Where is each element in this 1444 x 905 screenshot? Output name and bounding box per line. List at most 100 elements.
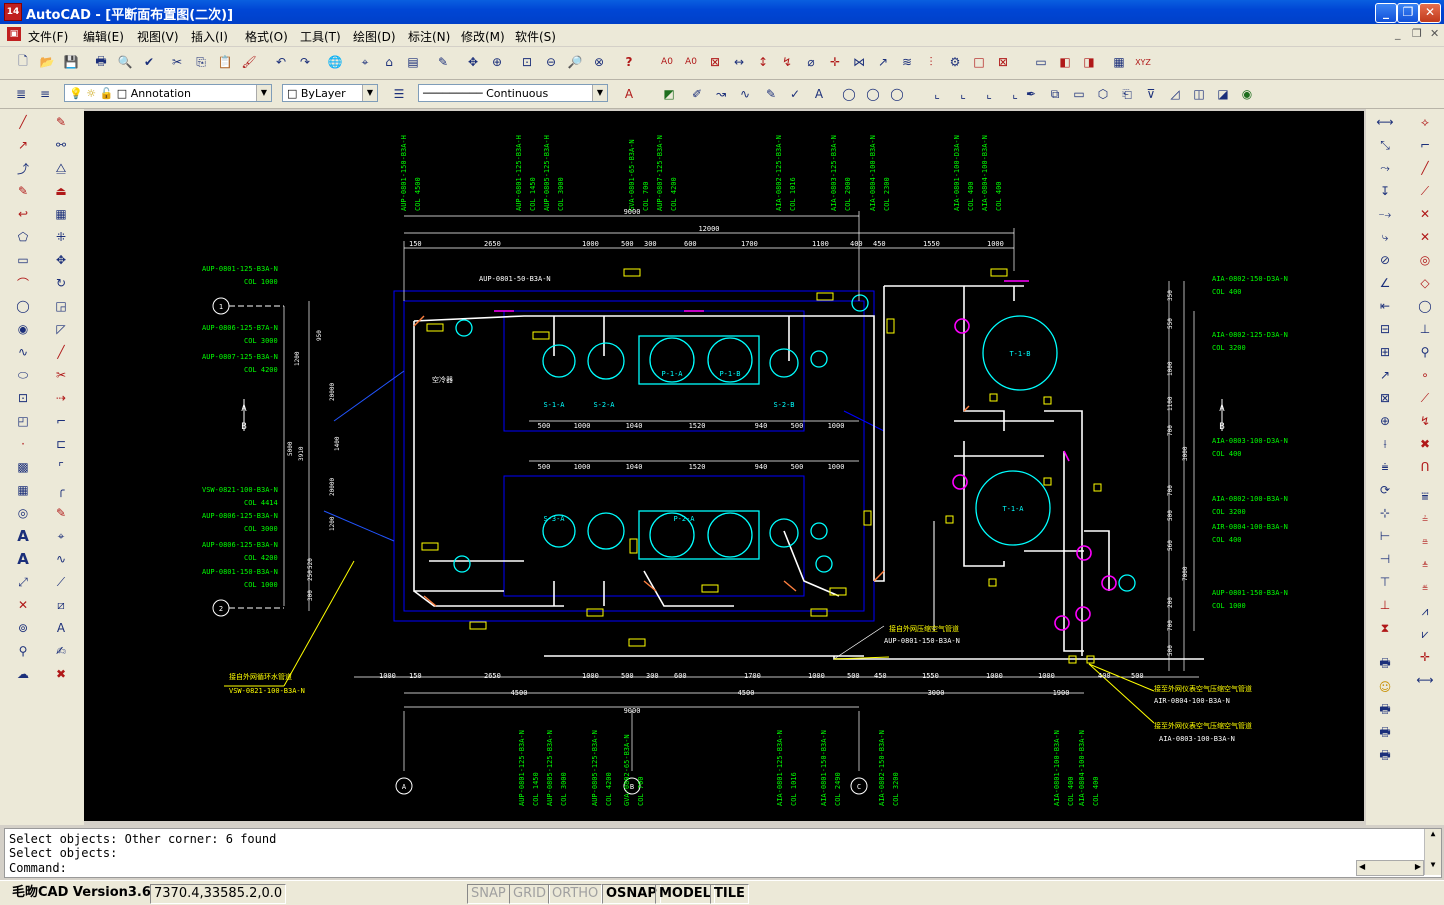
dim-radius-icon[interactable]: ↯	[776, 51, 798, 73]
maximize-button[interactable]: ❐	[1397, 3, 1419, 23]
ortho-toggle[interactable]: ORTHO	[548, 884, 603, 904]
scroll-right-icon[interactable]: ▶	[1415, 862, 1421, 871]
scroll-left-icon[interactable]: ◀	[1359, 862, 1365, 871]
leader-icon[interactable]: ↗	[1374, 365, 1396, 385]
osnap-extension-icon[interactable]: ✕	[1414, 204, 1436, 224]
valve-icon[interactable]: ◨	[1078, 51, 1100, 73]
dim-text-icon[interactable]: A0	[680, 51, 702, 73]
spline-icon[interactable]: ∿	[12, 342, 34, 362]
revcloud-icon[interactable]: ☁	[12, 664, 34, 684]
dim-baseline-icon[interactable]: ⊟	[1374, 319, 1396, 339]
render-icon[interactable]: ◪	[1212, 83, 1234, 105]
multiline-icon[interactable]: ✎	[12, 181, 34, 201]
donut-icon[interactable]: ◉	[12, 319, 34, 339]
dim-tool-3-icon[interactable]: ⊤	[1374, 572, 1396, 592]
circle-1-icon[interactable]: ◯	[838, 83, 860, 105]
menu-modify[interactable]: 修改(M)	[461, 28, 505, 45]
table-icon[interactable]: ▦	[1108, 51, 1130, 73]
weld-4-icon[interactable]: ≜	[1414, 555, 1436, 575]
weld-9-icon[interactable]: ⟷	[1414, 670, 1436, 690]
move-icon[interactable]: ✥	[50, 250, 72, 270]
dim-tool-5-icon[interactable]: ⧗	[1374, 618, 1396, 638]
frame-icon[interactable]: ▭	[1068, 83, 1090, 105]
osnap-none-icon[interactable]: ↯	[1414, 411, 1436, 431]
print-icon[interactable]: 🖶	[90, 51, 112, 73]
chevron-down-icon[interactable]: ▼	[592, 85, 607, 101]
horizontal-scrollbar[interactable]: ◀ ▶	[1356, 860, 1424, 876]
boundary-icon[interactable]: ⊚	[12, 618, 34, 638]
weld-8-icon[interactable]: ✛	[1414, 647, 1436, 667]
cube-icon[interactable]: ⬡	[1092, 83, 1114, 105]
app-icon[interactable]: 14	[4, 3, 22, 21]
corner-1-icon[interactable]: ⌞	[926, 83, 948, 105]
dim-edit-icon[interactable]: ⟊	[1374, 434, 1396, 454]
undo-icon[interactable]: ↶	[270, 51, 292, 73]
edit-text-icon[interactable]: ✐	[686, 83, 708, 105]
arc-revise-icon[interactable]: ↩	[12, 204, 34, 224]
weld-1-icon[interactable]: ⩸	[1414, 486, 1436, 506]
circle-3-icon[interactable]: ◯	[886, 83, 908, 105]
mirror-icon[interactable]: ⧋	[50, 158, 72, 178]
point-icon[interactable]: ·	[12, 434, 34, 454]
menu-edit[interactable]: 编辑(E)	[83, 28, 124, 45]
dtext-icon[interactable]: A	[12, 549, 34, 569]
print-icon[interactable]: 🖶	[1374, 654, 1396, 674]
quick-dim-icon[interactable]: ⇤	[1374, 296, 1396, 316]
tile-toggle[interactable]: TILE	[710, 884, 749, 904]
dim-linear-icon[interactable]: ↔	[728, 51, 750, 73]
command-prompt[interactable]: Command:	[9, 861, 67, 875]
break-icon[interactable]: ⊏	[50, 434, 72, 454]
dim-baseline-icon[interactable]: ⫶	[920, 51, 942, 73]
rectangle-icon[interactable]: ▭	[12, 250, 34, 270]
edit-hatch-icon[interactable]: ⟋	[50, 572, 72, 592]
copy-object-icon[interactable]: ⚯	[50, 135, 72, 155]
named-views-icon[interactable]: ⌂	[378, 51, 400, 73]
publish-icon[interactable]: 🖶	[1374, 746, 1396, 766]
text-edit-icon[interactable]: A	[808, 83, 830, 105]
lengthen-icon[interactable]: ╱	[50, 342, 72, 362]
xyz-icon[interactable]: XYZ	[1132, 51, 1154, 73]
explode-icon[interactable]: ✎	[50, 503, 72, 523]
osnap-tangent-icon[interactable]: ◇	[1414, 273, 1436, 293]
pan-icon[interactable]: ✥	[462, 51, 484, 73]
block-icon[interactable]: ⧉	[1044, 83, 1066, 105]
center-mark-icon[interactable]: ✛	[824, 51, 846, 73]
table-icon[interactable]: ▦	[12, 480, 34, 500]
drawing-svg[interactable]: AUP-0801-150-B3A-H COL 4500 AUP-0801-125-B…	[84, 111, 1364, 821]
mtext-icon[interactable]: A	[12, 526, 34, 546]
dim-text-edit-icon[interactable]: ⩧	[1374, 457, 1396, 477]
weld-6-icon[interactable]: ⩘	[1414, 601, 1436, 621]
osnap-toggle[interactable]: OSNAP	[602, 884, 661, 904]
batch-plot-icon[interactable]: 🖶	[1374, 723, 1396, 743]
weld-2-icon[interactable]: ≟	[1414, 509, 1436, 529]
grid-toggle[interactable]: GRID	[509, 884, 550, 904]
drawing-canvas[interactable]: AUP-0801-150-B3A-H COL 4500 AUP-0801-125-B…	[84, 111, 1364, 821]
dim-linear-icon[interactable]: ⟷	[1374, 112, 1396, 132]
osnap-quadrant-icon[interactable]: ◎	[1414, 250, 1436, 270]
mdi-minimize-button[interactable]: _	[1395, 27, 1401, 40]
linetype-dropdown[interactable]: ───────── Continuous ▼	[418, 84, 608, 102]
dim-diameter-icon[interactable]: ⌀	[800, 51, 822, 73]
ellipse-icon[interactable]: ⬭	[12, 365, 34, 385]
command-scrollbar[interactable]: ▲ ▼	[1424, 829, 1441, 875]
menu-format[interactable]: 格式(O)	[245, 28, 288, 45]
cut-icon[interactable]: ✂	[166, 51, 188, 73]
open-icon[interactable]: 📂	[36, 51, 58, 73]
edit-text-icon[interactable]: ✍	[50, 641, 72, 661]
center-mark-icon[interactable]: ⊕	[1374, 411, 1396, 431]
make-block-icon[interactable]: ◰	[12, 411, 34, 431]
wipeout-icon[interactable]: ⚲	[12, 641, 34, 661]
offset-icon[interactable]: ⏏	[50, 181, 72, 201]
trim-icon[interactable]: ✂	[50, 365, 72, 385]
osnap-endpoint-icon[interactable]: ⟡	[1414, 112, 1436, 132]
lineweight-icon[interactable]: ☰	[388, 83, 410, 105]
circle-2-icon[interactable]: ◯	[862, 83, 884, 105]
color-dropdown[interactable]: □ ByLayer ▼	[282, 84, 378, 102]
zoom-previous-icon[interactable]: ⊖	[540, 51, 562, 73]
dim-tool-1-icon[interactable]: ⊢	[1374, 526, 1396, 546]
3d-orbit-icon[interactable]: ▤	[402, 51, 424, 73]
dim-arc-icon[interactable]: ⤳	[1374, 158, 1396, 178]
hatch-edit-icon[interactable]: ✎	[760, 83, 782, 105]
scroll-up-icon[interactable]: ▲	[1425, 829, 1441, 838]
osnap-perpendicular-icon[interactable]: ◯	[1414, 296, 1436, 316]
